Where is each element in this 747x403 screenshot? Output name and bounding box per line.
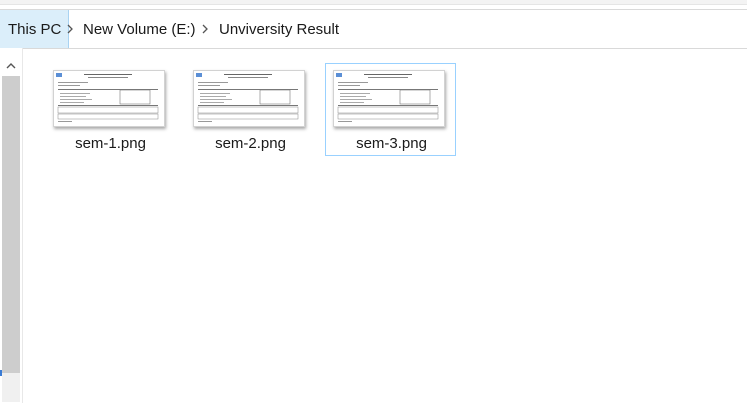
document-preview-icon <box>56 73 159 122</box>
focus-edge-marker <box>0 370 2 376</box>
image-thumbnail <box>53 70 165 127</box>
breadcrumb-label: This PC <box>8 20 62 38</box>
file-tile-sem-1[interactable]: sem-1.png <box>45 63 176 156</box>
file-name: sem-1.png <box>75 135 146 152</box>
file-name: sem-2.png <box>215 135 286 152</box>
chevron-up-icon[interactable] <box>2 58 20 74</box>
address-bar[interactable]: This PC New Volume (E:) Unviversity Resu… <box>0 9 747 49</box>
chevron-right-icon[interactable] <box>197 10 213 48</box>
chevron-right-icon[interactable] <box>62 10 78 48</box>
image-thumbnail <box>333 70 445 127</box>
image-thumbnail <box>193 70 305 127</box>
breadcrumb-new-volume[interactable]: New Volume (E:) <box>83 10 196 48</box>
breadcrumb-label: New Volume (E:) <box>83 20 196 38</box>
breadcrumb-this-pc[interactable]: This PC <box>0 10 70 48</box>
breadcrumb-university-result[interactable]: Unviversity Result <box>219 10 339 48</box>
document-preview-icon <box>336 73 439 122</box>
file-tile-sem-2[interactable]: sem-2.png <box>185 63 316 156</box>
file-name: sem-3.png <box>356 135 427 152</box>
navigation-pane <box>0 48 23 403</box>
file-tile-sem-3[interactable]: sem-3.png <box>325 63 456 156</box>
scrollbar-thumb[interactable] <box>2 76 20 373</box>
window-top-edge <box>0 0 747 5</box>
breadcrumb-label: Unviversity Result <box>219 20 340 38</box>
document-preview-icon <box>196 73 299 122</box>
